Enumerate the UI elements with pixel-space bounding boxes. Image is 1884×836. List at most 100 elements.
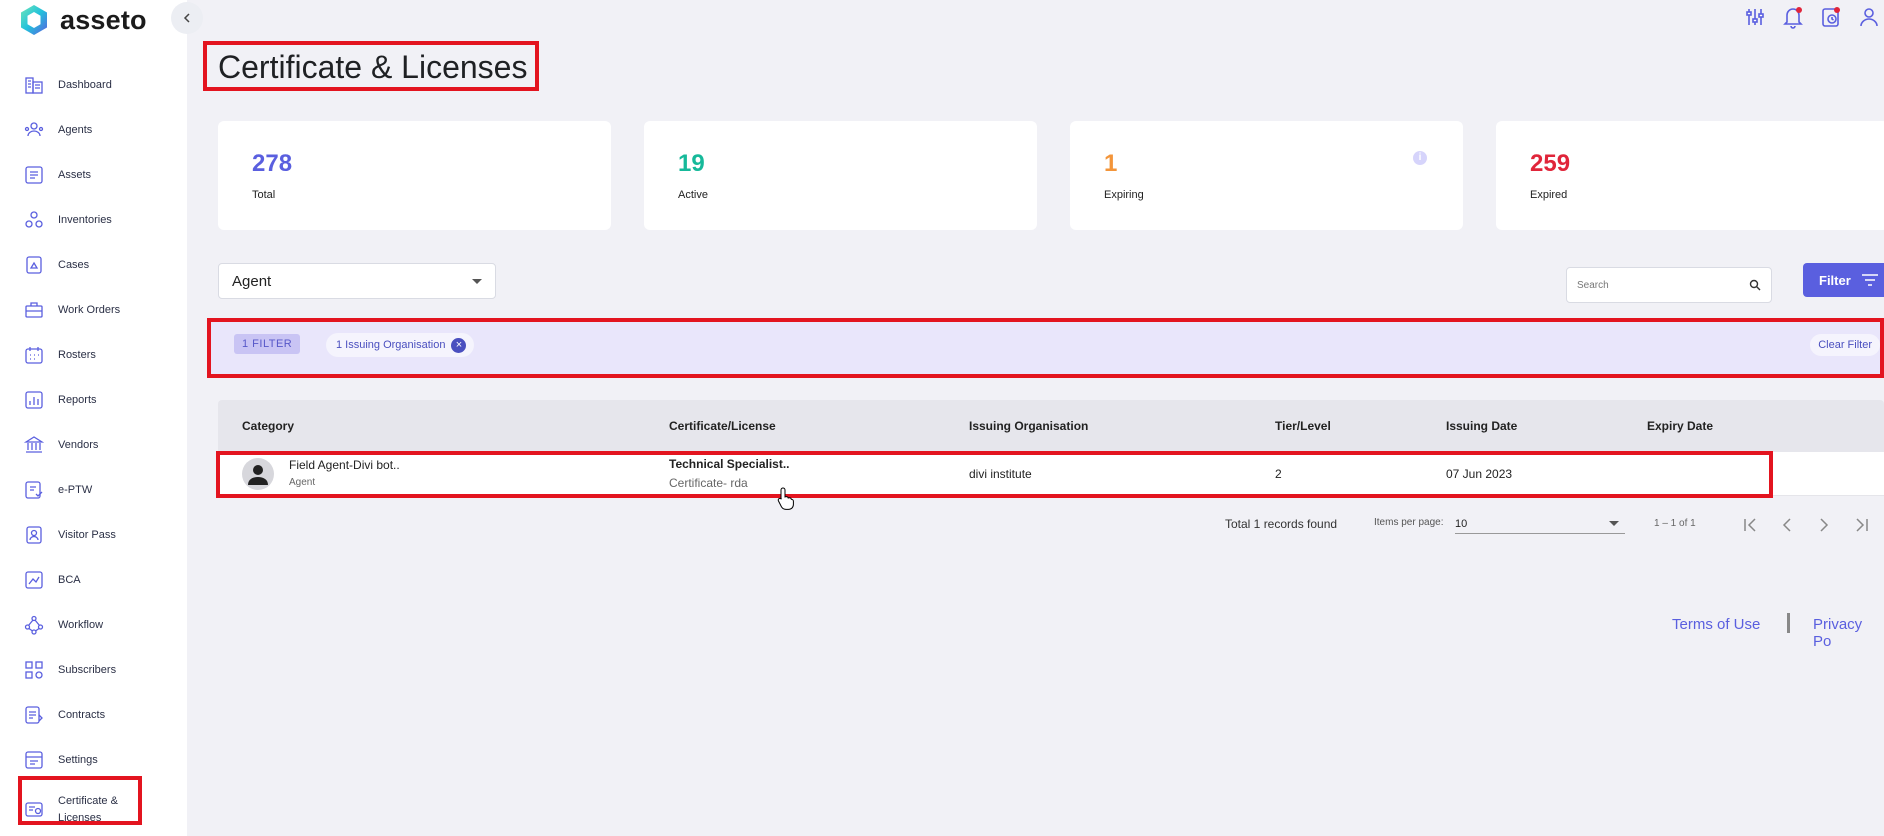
bar-chart-icon — [25, 391, 43, 409]
column-header[interactable]: Issuing Date — [1446, 419, 1517, 433]
remove-filter-icon[interactable]: × — [451, 337, 467, 353]
column-header[interactable]: Expiry Date — [1647, 419, 1713, 433]
category-type: Agent — [289, 477, 316, 488]
certificate-type: Certificate- rda — [669, 476, 748, 490]
stat-value: 1 — [1104, 150, 1118, 177]
filter-count-badge: 1 FILTER — [234, 334, 301, 354]
permit-icon — [25, 481, 43, 499]
page-title: Certificate & Licenses — [218, 49, 528, 85]
category-select-value: Agent — [232, 272, 272, 290]
info-icon[interactable]: i — [1413, 151, 1427, 165]
clear-filter-button[interactable]: Clear Filter — [1810, 334, 1880, 356]
building-icon — [25, 77, 43, 94]
toolbox-icon — [25, 302, 43, 318]
sidebar-item-cases[interactable]: Cases — [24, 245, 174, 285]
sidebar-item-inventories[interactable]: Inventories — [24, 200, 174, 240]
table-row[interactable]: Field Agent-Divi bot.. Agent Technical S… — [218, 452, 1884, 496]
sidebar-item-work-orders[interactable]: Work Orders — [24, 290, 174, 330]
stat-card-active[interactable]: 19 Active — [644, 121, 1037, 230]
tasks-button[interactable] — [1820, 4, 1842, 30]
calendar-icon — [25, 347, 43, 364]
sidebar-item-subscribers[interactable]: Subscribers — [24, 650, 174, 690]
sidebar-item-workflow[interactable]: Workflow — [24, 605, 174, 645]
stat-card-expired[interactable]: 259 Expired — [1496, 121, 1884, 230]
stat-card-expiring[interactable]: 1 Expiring i — [1070, 121, 1463, 230]
first-page-button[interactable] — [1740, 514, 1760, 536]
stat-label: Total — [252, 189, 276, 201]
sidebar-item-label: Assets — [58, 168, 92, 181]
sidebar-item-label: Rosters — [58, 348, 96, 361]
notifications-button[interactable] — [1782, 4, 1804, 30]
cases-icon — [26, 256, 42, 274]
sidebar-item-label: Inventories — [58, 213, 112, 226]
search-field[interactable] — [1566, 267, 1772, 303]
sidebar-item-label: Cases — [58, 258, 90, 271]
search-input[interactable] — [1577, 279, 1727, 291]
sidebar-item-label: Work Orders — [58, 303, 121, 316]
filter-button-label: Filter — [1819, 272, 1851, 288]
stat-value: 259 — [1530, 150, 1571, 177]
sidebar-item-settings[interactable]: Settings — [24, 740, 174, 780]
caret-down-icon — [472, 278, 482, 284]
collapse-sidebar-button[interactable] — [171, 2, 203, 34]
hand-cursor-icon — [777, 487, 794, 510]
sidebar-item-agents[interactable]: Agents — [24, 110, 174, 150]
user-icon — [1860, 8, 1878, 27]
workflow-icon — [24, 615, 44, 635]
chevron-right-icon — [1820, 518, 1829, 532]
active-filters-bar: 1 FILTER 1 Issuing Organisation × Clear … — [210, 321, 1882, 375]
column-header[interactable]: Certificate/License — [669, 419, 776, 433]
sidebar-item-label: BCA — [58, 573, 81, 586]
items-per-page-label: Items per page: — [1374, 517, 1444, 528]
sidebar-item-label: Vendors — [58, 438, 99, 451]
sidebar-item-visitor-pass[interactable]: Visitor Pass — [24, 515, 174, 555]
records-count: Total 1 records found — [1225, 517, 1338, 531]
stat-card-total[interactable]: 278 Total — [218, 121, 611, 230]
sidebar-item-vendors[interactable]: Vendors — [24, 425, 174, 465]
sidebar-item-label: Reports — [58, 393, 97, 406]
search-icon[interactable] — [1749, 279, 1761, 291]
next-page-button[interactable] — [1814, 514, 1834, 536]
stat-value: 278 — [252, 150, 293, 177]
sidebar-item-contracts[interactable]: Contracts — [24, 695, 174, 735]
sidebar-item-label: Workflow — [58, 618, 104, 631]
tier-level: 2 — [1275, 467, 1282, 481]
badge-icon — [26, 526, 42, 544]
filter-chip-label: 1 Issuing Organisation — [336, 339, 446, 351]
stat-label: Active — [678, 189, 708, 201]
app-logo[interactable]: asseto — [18, 2, 147, 38]
terms-of-use-link[interactable]: Terms of Use — [1672, 616, 1760, 633]
sidebar-item-dashboard[interactable]: Dashboard — [24, 65, 174, 105]
last-page-button[interactable] — [1852, 514, 1872, 536]
column-header[interactable]: Tier/Level — [1275, 419, 1331, 433]
filter-button[interactable]: Filter — [1803, 263, 1884, 297]
sidebar-item-label: Contracts — [58, 708, 106, 721]
stat-value: 19 — [678, 150, 705, 177]
privacy-policy-link[interactable]: Privacy Po — [1813, 616, 1884, 650]
first-page-icon — [1744, 518, 1756, 532]
column-header[interactable]: Issuing Organisation — [969, 419, 1088, 433]
sidebar-item-label: e-PTW — [58, 483, 93, 496]
column-header[interactable]: Category — [242, 419, 294, 433]
sidebar-item-eptw[interactable]: e-PTW — [24, 470, 174, 510]
previous-page-button[interactable] — [1777, 514, 1797, 536]
certificate-icon — [25, 802, 43, 817]
sidebar-item-label: Certificate & Licenses — [58, 795, 118, 824]
sidebar-item-rosters[interactable]: Rosters — [24, 335, 174, 375]
sidebar-item-reports[interactable]: Reports — [24, 380, 174, 420]
items-per-page-select[interactable]: 10 — [1455, 514, 1625, 534]
sidebar-item-certificate-licenses[interactable]: Certificate & Licenses — [24, 785, 174, 835]
adjust-settings-button[interactable] — [1744, 4, 1766, 30]
caret-down-icon — [1609, 521, 1619, 526]
category-name[interactable]: Field Agent-Divi bot.. — [289, 458, 400, 472]
category-select[interactable]: Agent — [218, 263, 496, 299]
filter-chip[interactable]: 1 Issuing Organisation × — [326, 333, 475, 357]
certificate-name[interactable]: Technical Specialist.. — [669, 457, 790, 471]
sidebar-item-assets[interactable]: Assets — [24, 155, 174, 195]
last-page-icon — [1856, 518, 1868, 532]
sidebar-item-bca[interactable]: BCA — [24, 560, 174, 600]
chevron-left-icon — [183, 13, 190, 23]
user-profile-button[interactable] — [1858, 4, 1880, 30]
logo-icon — [21, 5, 47, 35]
app-name: asseto — [60, 4, 147, 35]
